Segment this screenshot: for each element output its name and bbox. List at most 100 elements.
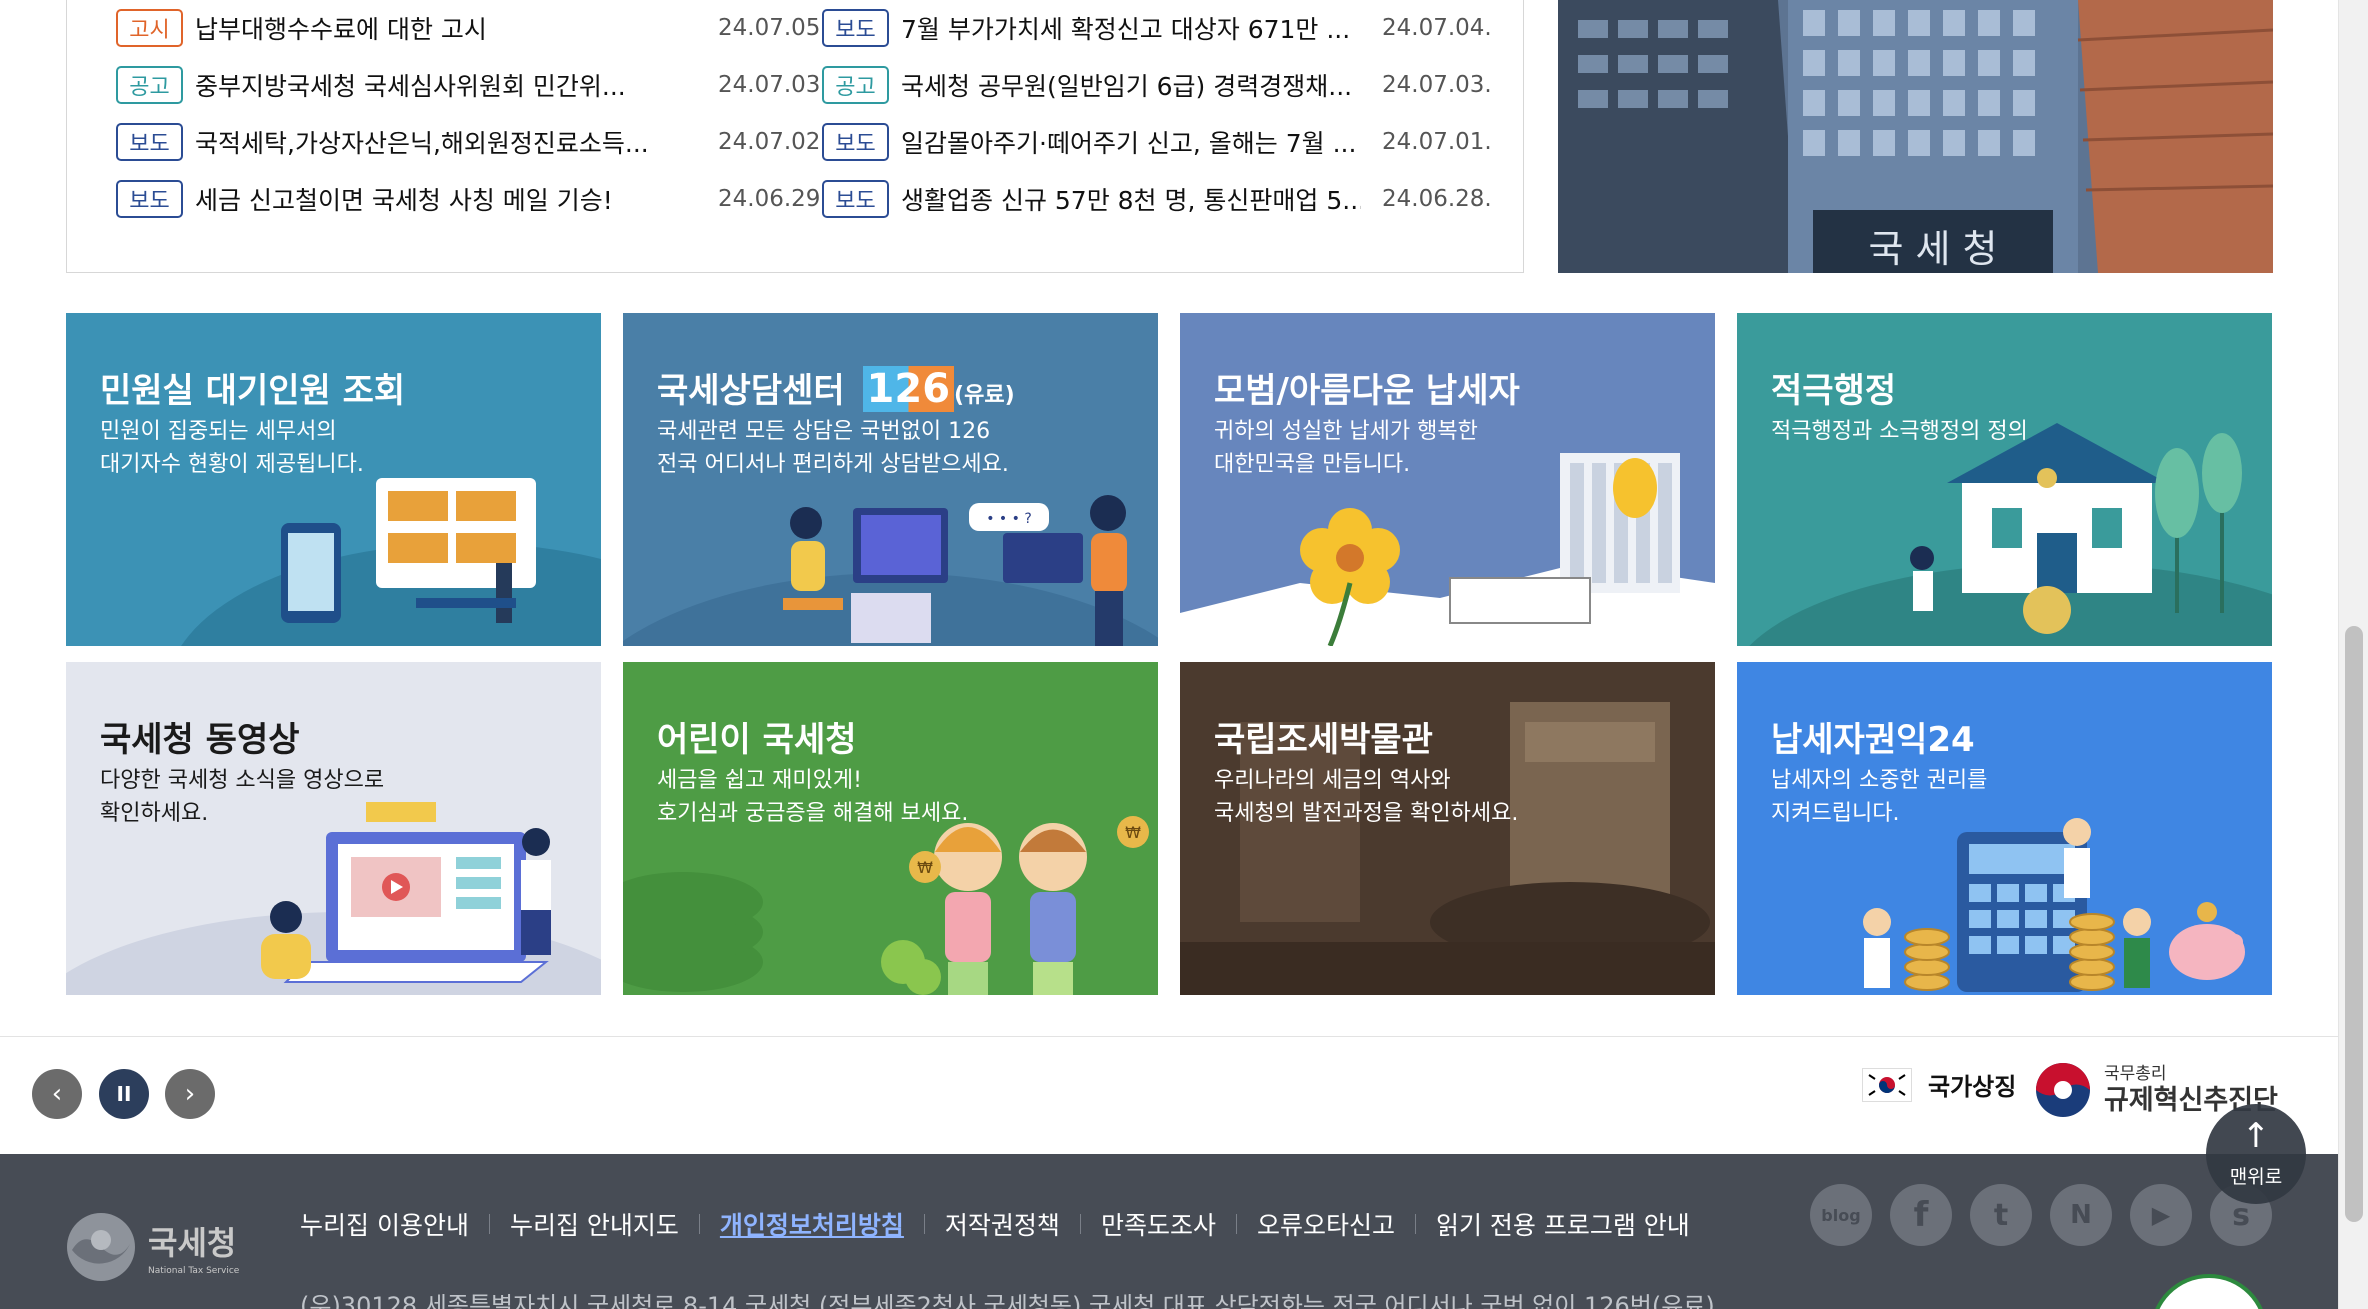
back-to-top-label: 맨위로 — [2229, 1166, 2283, 1188]
news-tag: 보도 — [822, 122, 889, 161]
footer-logo[interactable]: 국세청 National Tax Service — [64, 1210, 239, 1284]
paid-suffix: (유료) — [954, 383, 1015, 408]
news-board: 고시 납부대행수수료에 대한 고시 24.07.05. 공고 중부지방국세청 국… — [66, 0, 1524, 273]
news-date: 24.07.05. — [718, 14, 828, 41]
taegukgi-icon — [1862, 1067, 1912, 1102]
news-title[interactable]: 국세청 공무원(일반임기 6급) 경력경쟁채... — [901, 67, 1361, 103]
twitter-glyph: t — [1993, 1197, 2009, 1233]
news-date: 24.07.04. — [1382, 14, 1492, 41]
tile-nts-video[interactable]: 국세청 동영상 다양한 국세청 소식을 영상으로 확인하세요. — [66, 662, 601, 995]
back-to-top-button[interactable]: ↑ 맨위로 — [2206, 1104, 2306, 1204]
next-slide-button[interactable]: › — [165, 1069, 215, 1119]
news-tag: 보도 — [822, 179, 889, 218]
footer-link-divider — [1079, 1214, 1081, 1234]
prev-slide-button[interactable]: ‹ — [32, 1069, 82, 1119]
national-symbol-link[interactable]: 국가상징 — [1862, 1067, 2016, 1102]
footer-logo-ko: 국세청 — [148, 1224, 237, 1262]
naver-post-icon[interactable]: N — [2050, 1184, 2112, 1246]
tile-desc: 민원이 집중되는 세무서의 대기자수 현황이 제공됩니다. — [100, 419, 364, 477]
tile-title: 국세청 동영상 — [100, 720, 300, 760]
pause-icon: II — [116, 1082, 132, 1106]
news-tag: 공고 — [822, 65, 889, 104]
regulation-org-small: 국무총리 — [2104, 1064, 2167, 1084]
news-tag: 보도 — [822, 8, 889, 47]
nts-logo-icon — [67, 1213, 135, 1281]
news-list-right: 보도 7월 부가가치세 확정신고 대상자 671만 ... 24.07.04. … — [822, 0, 1522, 227]
footer-link-guide[interactable]: 누리집 이용안내 — [300, 1206, 469, 1242]
svg-text:₩: ₩ — [917, 858, 933, 877]
footer-address: (우)30128 세종특별자치시 국세청로 8-14 국세청 (정부세종2청사 … — [300, 1292, 1715, 1309]
footer-link-divider — [488, 1214, 490, 1234]
news-title[interactable]: 7월 부가가치세 확정신고 대상자 671만 ... — [901, 10, 1361, 46]
tile-title: 국립조세박물관 — [1214, 720, 1433, 760]
news-item[interactable]: 고시 납부대행수수료에 대한 고시 24.07.05. — [116, 0, 828, 56]
footer-links: 누리집 이용안내 누리집 안내지도 개인정보처리방침 저작권정책 만족도조사 오… — [300, 1206, 1690, 1242]
footer-link-privacy[interactable]: 개인정보처리방침 — [720, 1206, 904, 1242]
tile-desc: 국세관련 모든 상담은 국번없이 126 전국 어디서나 편리하게 상담받으세요… — [657, 419, 1009, 477]
chevron-right-icon: › — [184, 1079, 196, 1109]
news-title[interactable]: 국적세탁,가상자산은닉,해외원정진료소득... — [195, 124, 665, 160]
tile-desc: 세금을 쉽고 재미있게! 호기심과 궁금증을 해결해 보세요. — [657, 768, 969, 826]
pause-slide-button[interactable]: II — [99, 1069, 149, 1119]
news-item[interactable]: 보도 국적세탁,가상자산은닉,해외원정진료소득... 24.07.02. — [116, 113, 828, 170]
news-tag: 공고 — [116, 65, 183, 104]
tile-title-text: 국세상담센터 — [657, 371, 845, 411]
news-title[interactable]: 일감몰아주기·떼어주기 신고, 올해는 7월 ... — [901, 124, 1361, 160]
news-tag: 보도 — [116, 122, 183, 161]
facebook-icon[interactable]: f — [1890, 1184, 1952, 1246]
nts-building-photo: 국 세 청 — [1558, 0, 2273, 273]
footer-link-divider — [1235, 1214, 1237, 1234]
footer-link-sitemap[interactable]: 누리집 안내지도 — [510, 1206, 679, 1242]
tile-taxpayer-rights[interactable]: 납세자권익24 납세자의 소중한 권리를 지켜드립니다. — [1737, 662, 2272, 995]
news-title[interactable]: 납부대행수수료에 대한 고시 — [195, 10, 665, 46]
tile-model-taxpayer[interactable]: 모범/아름다운 납세자 귀하의 성실한 납세가 행복한 대한민국을 만듭니다. — [1180, 313, 1715, 646]
twitter-icon[interactable]: t — [1970, 1184, 2032, 1246]
news-item[interactable]: 공고 중부지방국세청 국세심사위원회 민간위... 24.07.03. — [116, 56, 828, 113]
news-date: 24.06.28. — [1382, 185, 1492, 212]
news-title[interactable]: 세금 신고철이면 국세청 사칭 메일 기승! — [195, 181, 665, 217]
page-scrollbar[interactable] — [2338, 0, 2368, 1309]
news-item[interactable]: 보도 일감몰아주기·떼어주기 신고, 올해는 7월 ... 24.07.01. — [822, 113, 1522, 170]
tile-title: 모범/아름다운 납세자 — [1214, 371, 1520, 411]
news-date: 24.07.02. — [718, 128, 828, 155]
blog-icon[interactable]: blog — [1810, 1184, 1872, 1246]
tile-tax-museum[interactable]: 국립조세박물관 우리나라의 세금의 역사와 국세청의 발전과정을 확인하세요. — [1180, 662, 1715, 995]
facebook-glyph: f — [1913, 1195, 1929, 1235]
government-emblem-icon — [2036, 1063, 2090, 1117]
news-date: 24.07.03. — [718, 71, 828, 98]
footer-link-divider — [923, 1214, 925, 1234]
news-item[interactable]: 보도 생활업종 신규 57만 8천 명, 통신판매업 5... 24.06.28… — [822, 170, 1522, 227]
news-date: 24.07.01. — [1382, 128, 1492, 155]
scrollbar-thumb[interactable] — [2345, 626, 2363, 1222]
footer-logo-en: National Tax Service — [148, 1266, 240, 1276]
news-title[interactable]: 중부지방국세청 국세심사위원회 민간위... — [195, 67, 665, 103]
news-date: 24.07.03. — [1382, 71, 1492, 98]
svg-text:₩: ₩ — [1125, 823, 1141, 842]
tile-proactive-admin[interactable]: 적극행정 적극행정과 소극행정의 정의 — [1737, 313, 2272, 646]
news-item[interactable]: 보도 7월 부가가치세 확정신고 대상자 671만 ... 24.07.04. — [822, 0, 1522, 56]
footer-link-copyright[interactable]: 저작권정책 — [945, 1206, 1060, 1242]
youtube-icon[interactable]: ▶ — [2130, 1184, 2192, 1246]
tile-civil-waiting[interactable]: 민원실 대기인원 조회 민원이 집중되는 세무서의 대기자수 현황이 제공됩니다… — [66, 313, 601, 646]
footer-link-viewer[interactable]: 읽기 전용 프로그램 안내 — [1436, 1206, 1690, 1242]
news-item[interactable]: 보도 세금 신고철이면 국세청 사칭 메일 기승! 24.06.29. — [116, 170, 828, 227]
tile-title: 어린이 국세청 — [657, 720, 857, 760]
youtube-glyph: ▶ — [2151, 1201, 2171, 1229]
news-tag: 고시 — [116, 8, 183, 47]
news-item[interactable]: 공고 국세청 공무원(일반임기 6급) 경력경쟁채... 24.07.03. — [822, 56, 1522, 113]
footer-link-divider — [1414, 1214, 1416, 1234]
chevron-left-icon: ‹ — [51, 1079, 63, 1109]
svg-text:• • • ?: • • • ? — [986, 511, 1032, 527]
svg-text:국 세 청: 국 세 청 — [1868, 227, 1997, 271]
tile-desc: 귀하의 성실한 납세가 행복한 대한민국을 만듭니다. — [1214, 419, 1478, 477]
arrow-up-icon: ↑ — [2241, 1116, 2271, 1156]
tile-kids-nts[interactable]: ₩ ₩ 어린이 국세청 세금을 쉽고 재미있게! 호기심과 궁금증을 해결해 보… — [623, 662, 1158, 995]
footer-link-error-report[interactable]: 오류오타신고 — [1257, 1206, 1395, 1242]
news-title[interactable]: 생활업종 신규 57만 8천 명, 통신판매업 5... — [901, 181, 1361, 217]
tile-title: 적극행정 — [1771, 371, 1897, 411]
footer-link-survey[interactable]: 만족도조사 — [1101, 1206, 1216, 1242]
counsel-number: 126 — [862, 366, 955, 412]
tile-title: 납세자권익24 — [1771, 720, 1975, 760]
tile-tax-counseling[interactable]: • • • ? 국세상담센터 126 (유료) 국세관련 모든 상담은 국번없이 … — [623, 313, 1158, 646]
tile-desc: 납세자의 소중한 권리를 지켜드립니다. — [1771, 768, 1988, 826]
